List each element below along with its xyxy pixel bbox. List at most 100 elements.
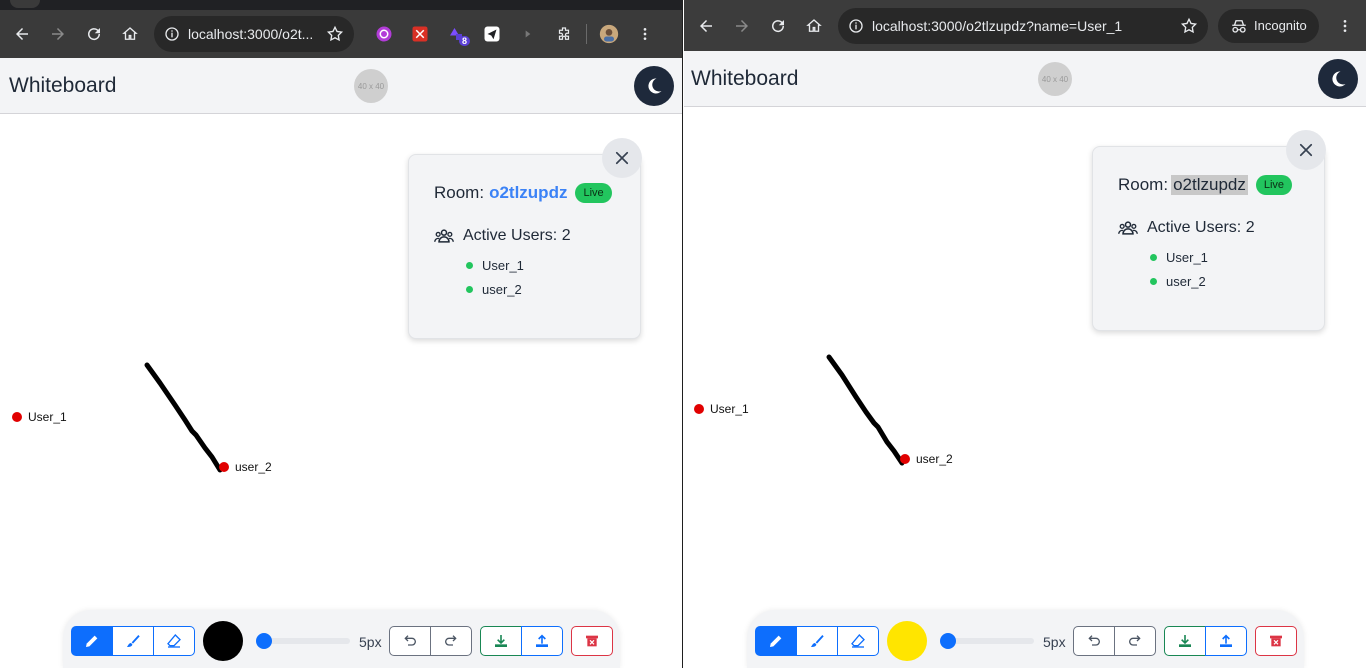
browser-menu-icon[interactable] xyxy=(1327,8,1363,44)
clear-canvas-button[interactable] xyxy=(571,626,613,656)
user-name: user_2 xyxy=(1166,274,1206,289)
url-text: localhost:3000/o2t... xyxy=(188,26,314,42)
undo-icon xyxy=(1088,635,1100,646)
brush-icon xyxy=(127,635,140,647)
cursor-label: user_2 xyxy=(916,452,953,466)
eraser-icon xyxy=(851,634,865,648)
online-indicator xyxy=(466,286,473,293)
upload-button[interactable] xyxy=(1205,626,1247,656)
extension-badge: 8 xyxy=(458,36,470,46)
cursor-label: user_2 xyxy=(235,460,272,474)
whiteboard-canvas[interactable]: User_1 user_2 Room: o2tlzupdz Live Activ… xyxy=(684,107,1366,668)
download-button[interactable] xyxy=(480,626,522,656)
extension-send-icon[interactable] xyxy=(474,16,510,52)
close-panel-button[interactable] xyxy=(602,138,642,178)
forward-icon[interactable] xyxy=(724,8,760,44)
theme-toggle-button[interactable] xyxy=(634,66,674,106)
brush-size-slider[interactable] xyxy=(260,638,350,644)
online-indicator xyxy=(1150,254,1157,261)
back-icon[interactable] xyxy=(4,16,40,52)
browser-toolbar: localhost:3000/o2t... 8 xyxy=(0,0,682,58)
users-icon xyxy=(434,229,454,243)
eraser-tool-button[interactable] xyxy=(837,626,879,656)
color-picker[interactable] xyxy=(887,621,927,661)
download-icon xyxy=(495,635,507,647)
url-text: localhost:3000/o2tlzupdz?name=User_1 xyxy=(872,17,1123,34)
home-icon[interactable] xyxy=(112,16,148,52)
site-info-icon[interactable] xyxy=(164,26,180,42)
pencil-tool-button[interactable] xyxy=(71,626,113,656)
back-icon[interactable] xyxy=(688,8,724,44)
cursor-dot xyxy=(12,412,22,422)
whiteboard-canvas[interactable]: User_1 user_2 Room: o2tlzupdz Live Activ… xyxy=(0,115,682,668)
undo-button[interactable] xyxy=(1073,626,1115,656)
upload-button[interactable] xyxy=(521,626,563,656)
redo-icon xyxy=(1129,635,1141,646)
forward-icon[interactable] xyxy=(40,16,76,52)
brush-tool-button[interactable] xyxy=(112,626,154,656)
home-icon[interactable] xyxy=(796,8,832,44)
undo-button[interactable] xyxy=(389,626,431,656)
room-label: Room: xyxy=(1118,175,1169,194)
remote-cursor-user-1: User_1 xyxy=(12,410,67,424)
remote-cursor-user-2: user_2 xyxy=(900,452,953,466)
brush-size-slider-thumb[interactable] xyxy=(256,633,272,649)
page-title: Whiteboard xyxy=(691,66,799,90)
users-icon xyxy=(1118,221,1138,235)
close-icon xyxy=(615,151,629,165)
reload-icon[interactable] xyxy=(76,16,112,52)
extension-dim-icon[interactable] xyxy=(510,16,546,52)
drawn-stroke xyxy=(826,354,905,466)
brush-tool-button[interactable] xyxy=(796,626,838,656)
pencil-icon xyxy=(770,635,782,647)
browser-tab[interactable] xyxy=(10,0,40,8)
cursor-label: User_1 xyxy=(710,402,749,416)
theme-toggle-button[interactable] xyxy=(1318,59,1358,99)
placeholder-image: 40 x 40 xyxy=(354,69,388,103)
user-list-item: user_2 xyxy=(466,282,522,297)
download-button[interactable] xyxy=(1164,626,1206,656)
pencil-tool-button[interactable] xyxy=(755,626,797,656)
extension-globe-icon[interactable] xyxy=(366,16,402,52)
close-panel-button[interactable] xyxy=(1286,130,1326,170)
undo-icon xyxy=(404,635,416,646)
moon-icon xyxy=(1332,71,1346,87)
user-name: User_1 xyxy=(1166,250,1208,265)
reload-icon[interactable] xyxy=(760,8,796,44)
room-id[interactable]: o2tlzupdz xyxy=(1171,175,1248,195)
site-info-icon[interactable] xyxy=(848,18,864,34)
close-icon xyxy=(1299,143,1313,157)
color-picker[interactable] xyxy=(203,621,243,661)
eraser-tool-button[interactable] xyxy=(153,626,195,656)
bookmark-star-icon[interactable] xyxy=(1180,17,1198,35)
incognito-indicator[interactable]: Incognito xyxy=(1218,8,1319,43)
active-users-heading: Active Users: 2 xyxy=(1118,219,1255,237)
online-indicator xyxy=(1150,278,1157,285)
browser-toolbar: localhost:3000/o2tlzupdz?name=User_1 Inc… xyxy=(684,0,1366,51)
browser-menu-icon[interactable] xyxy=(627,16,663,52)
brush-size-slider[interactable] xyxy=(944,638,1034,644)
brush-icon xyxy=(811,635,824,647)
room-info-panel: Room: o2tlzupdz Live Active Users: 2 Use… xyxy=(1092,130,1326,331)
profile-avatar-icon[interactable] xyxy=(591,16,627,52)
redo-button[interactable] xyxy=(430,626,472,656)
extension-shapes-icon[interactable]: 8 xyxy=(438,16,474,52)
cursor-dot xyxy=(694,404,704,414)
pencil-icon xyxy=(86,635,98,647)
clear-canvas-button[interactable] xyxy=(1255,626,1297,656)
redo-button[interactable] xyxy=(1114,626,1156,656)
address-bar[interactable]: localhost:3000/o2t... xyxy=(154,16,354,52)
address-bar[interactable]: localhost:3000/o2tlzupdz?name=User_1 xyxy=(838,7,1208,44)
active-users-label: Active Users: 2 xyxy=(463,227,571,244)
user-name: user_2 xyxy=(482,282,522,297)
upload-icon xyxy=(536,634,548,647)
room-heading: Room: o2tlzupdz Live xyxy=(434,183,612,203)
bookmark-star-icon[interactable] xyxy=(326,25,344,43)
brush-size-slider-thumb[interactable] xyxy=(940,633,956,649)
extensions-puzzle-icon[interactable] xyxy=(546,16,582,52)
user-name: User_1 xyxy=(482,258,524,273)
room-id[interactable]: o2tlzupdz xyxy=(489,183,567,203)
trash-box-icon xyxy=(586,635,598,647)
extension-red-icon[interactable] xyxy=(402,16,438,52)
download-icon xyxy=(1179,635,1191,647)
